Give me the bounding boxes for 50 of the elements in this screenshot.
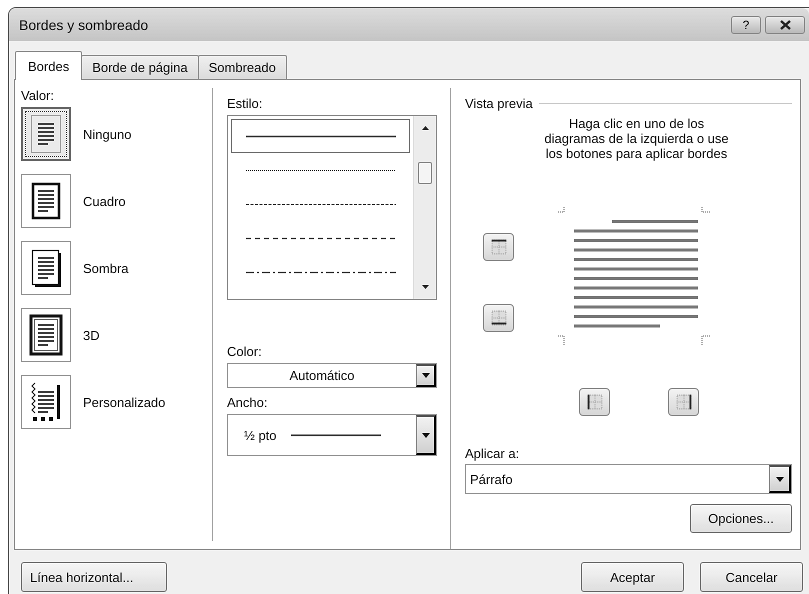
apply-to-label: Aplicar a: [465,446,520,461]
line-style-option[interactable] [231,119,410,153]
color-label: Color: [227,344,263,359]
color-dropdown[interactable]: Automático [227,363,437,388]
tab[interactable]: Borde de página [81,55,199,79]
tab[interactable]: Bordes [15,51,82,80]
setting-option-button[interactable] [21,174,71,228]
tab[interactable]: Sombreado [198,55,287,79]
ok-button[interactable]: Aceptar [581,562,684,592]
scroll-thumb[interactable] [418,162,432,184]
close-button[interactable] [765,16,805,34]
cancel-button[interactable]: Cancelar [700,562,803,592]
apply-to-dropdown[interactable]: Párrafo [465,464,792,494]
close-icon [780,20,790,30]
setting-option-button[interactable] [21,241,71,295]
setting-option-label[interactable]: Sombra [83,260,129,276]
line-style-icon [246,202,396,206]
setting-option-button[interactable] [21,107,71,161]
style-label: Estilo: [227,96,264,111]
line-style-icon [246,168,396,172]
dropdown-arrow-icon [422,432,430,438]
scroll-up-icon [422,126,428,130]
border-toggle-button[interactable] [483,304,514,332]
setting-option-label[interactable]: Cuadro [83,194,126,208]
border-toggle-button[interactable] [483,233,514,261]
horizontal-line-button[interactable]: Línea horizontal... [21,562,167,592]
setting-option-label[interactable]: 3D [83,328,100,342]
width-label: Ancho: [227,395,268,410]
setting-label: Valor: [21,88,55,103]
line-style-icon [246,270,396,274]
border-toggle-button[interactable] [668,388,699,416]
line-style-icon [246,134,396,138]
dropdown-arrow-icon [776,476,784,482]
group-title: Vista previa [465,96,533,111]
line-style-icon [246,236,396,240]
setting-option-label[interactable]: Ninguno [83,126,132,142]
dropdown-arrow-icon [422,373,430,378]
window-title: Bordes y sombreado [19,16,150,32]
setting-option-button[interactable] [21,308,71,362]
line-sample-icon [290,434,381,436]
width-dropdown[interactable]: ½ pto [227,414,437,456]
help-button[interactable]: ? [731,16,761,34]
options-button[interactable]: Opciones... [690,504,792,533]
scroll-down-icon [422,285,428,289]
preview-hint: Haga clic en uno de los diagramas de la izquierda o use los botones para aplicar bordes [543,116,730,161]
style-list[interactable] [227,115,437,300]
setting-option-button[interactable] [21,375,71,429]
border-toggle-button[interactable] [579,388,610,416]
scrollbar[interactable] [413,116,436,299]
setting-option-label[interactable]: Personalizado [83,394,166,410]
